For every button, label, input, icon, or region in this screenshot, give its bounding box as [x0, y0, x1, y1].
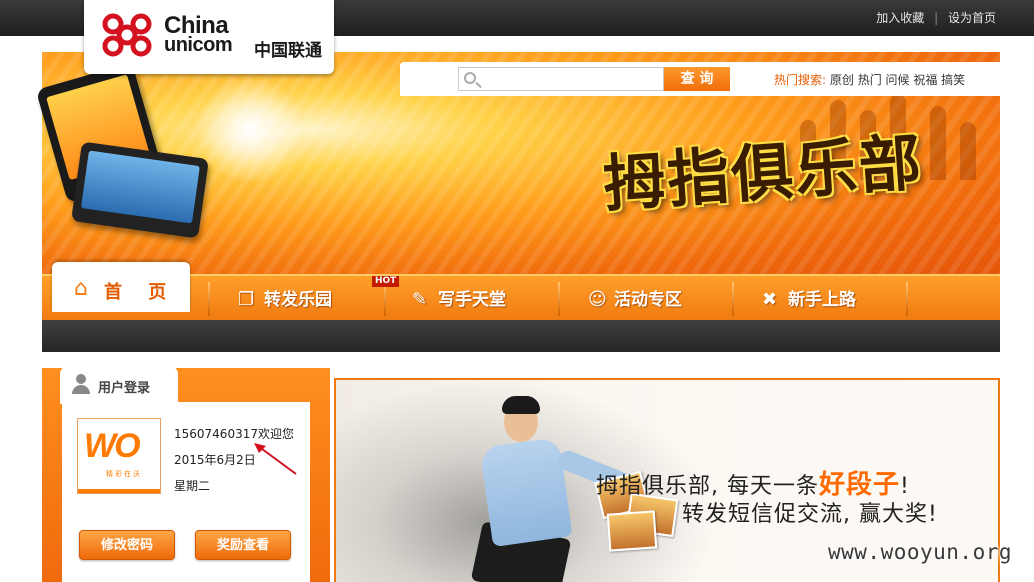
nav-item-label: 写手天堂	[438, 290, 506, 310]
sub-nav-bar	[42, 320, 1000, 352]
promo-slogan-2: 转发短信促交流, 赢大奖!	[682, 502, 938, 527]
set-homepage-link[interactable]: 设为首页	[948, 11, 996, 25]
annotation-arrow-icon	[254, 443, 297, 475]
hot-search-label: 热门搜索:	[774, 73, 827, 87]
user-icon	[72, 374, 90, 394]
main-nav: ⌂ 首 页 ❐ 转发乐园 HOT ✎ 写手天堂 ☺ 活动专区 ✖ 新手上路	[42, 262, 1000, 322]
hot-badge: HOT	[372, 276, 400, 287]
login-tab-label: 用户登录	[98, 381, 151, 396]
login-date: 2015年6月2日	[174, 453, 256, 467]
unicom-logo[interactable]: China unicom 中国联通	[84, 0, 334, 74]
logo-unicom-text: unicom	[164, 34, 233, 56]
nav-item-newbie[interactable]: ✖ 新手上路	[762, 285, 856, 313]
tools-icon: ✖	[762, 289, 778, 310]
view-rewards-button[interactable]: 奖励查看	[195, 530, 291, 560]
user-phone: 15607460317	[174, 427, 258, 441]
watermark: www.wooyun.org	[828, 540, 1013, 564]
nav-item-label: 新手上路	[788, 290, 856, 310]
unicom-knot-icon	[102, 13, 152, 57]
login-tab: 用户登录	[60, 366, 178, 404]
search-icon	[464, 72, 476, 84]
welcome-text: 欢迎您	[257, 427, 294, 441]
nav-item-activity[interactable]: ☺ 活动专区	[588, 285, 682, 313]
logo-cn-name: 中国联通	[254, 41, 322, 61]
smiley-icon: ☺	[588, 289, 607, 310]
nav-item-forward[interactable]: ❐ 转发乐园	[238, 285, 332, 313]
add-favorite-link[interactable]: 加入收藏	[876, 11, 924, 25]
hot-search-keywords[interactable]: 原创 热门 问候 祝福 搞笑	[830, 73, 965, 87]
pencil-icon: ✎	[412, 289, 428, 310]
search-button[interactable]: 查 询	[664, 67, 730, 91]
change-password-button[interactable]: 修改密码	[79, 530, 175, 560]
link-separator: |	[934, 11, 939, 25]
login-weekday: 星期二	[174, 479, 211, 493]
wo-logo-sub: 精彩在沃	[106, 470, 142, 478]
nav-home[interactable]: ⌂ 首 页	[52, 262, 190, 312]
top-links: 加入收藏 | 设为首页	[876, 9, 996, 26]
nav-item-writer[interactable]: ✎ 写手天堂	[412, 285, 506, 313]
search-input[interactable]	[458, 67, 664, 91]
home-icon: ⌂	[74, 276, 88, 301]
copy-icon: ❐	[238, 289, 255, 310]
wo-logo: WO 精彩在沃	[77, 418, 161, 494]
wo-logo-text: WO	[84, 427, 141, 465]
nav-item-label: 转发乐园	[264, 290, 332, 310]
nav-home-label: 首 页	[104, 282, 177, 303]
nav-item-label: 活动专区	[614, 290, 682, 310]
hot-search: 热门搜索: 原创 热门 问候 祝福 搞笑	[774, 71, 965, 88]
